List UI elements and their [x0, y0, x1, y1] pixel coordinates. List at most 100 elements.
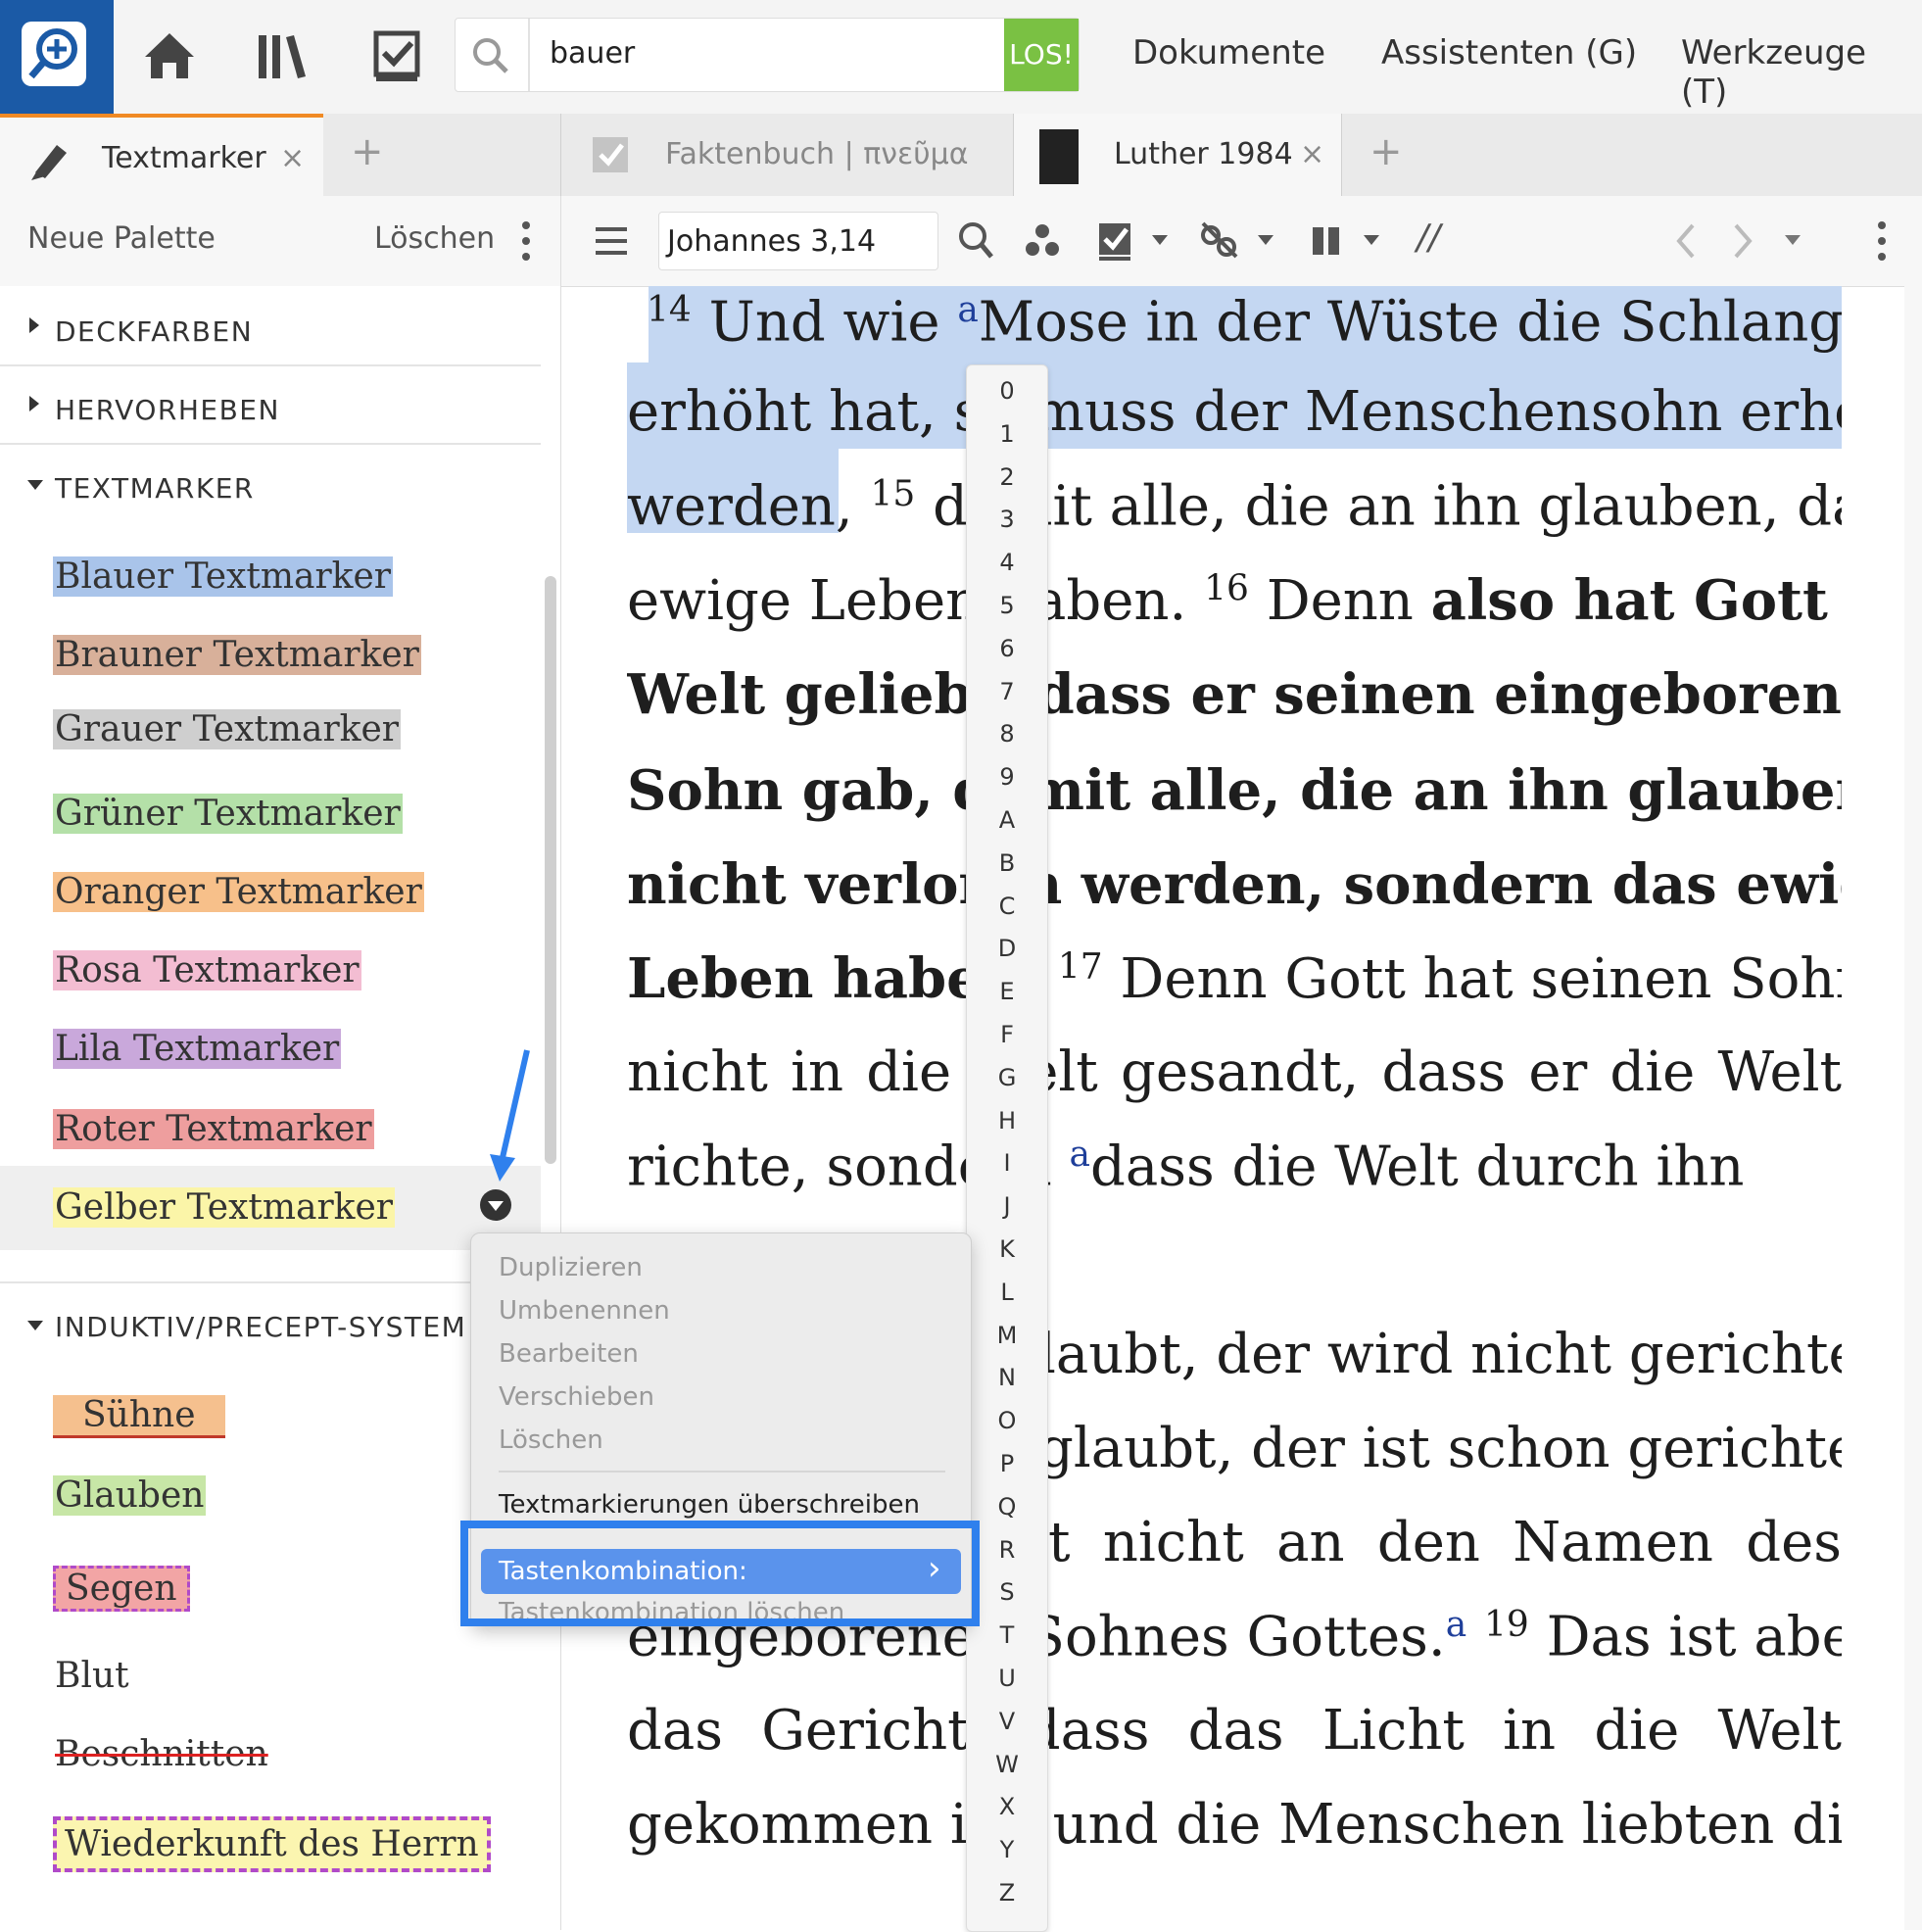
forward-arrow-icon[interactable]	[1728, 219, 1757, 263]
shortcut-key-i[interactable]: I	[967, 1149, 1047, 1177]
shortcut-key-w[interactable]: W	[967, 1751, 1047, 1778]
menu-dokumente[interactable]: Dokumente	[1132, 33, 1325, 72]
shortcut-key-e[interactable]: E	[967, 978, 1047, 1005]
expanded-arrow-icon[interactable]	[25, 1319, 45, 1332]
shortcut-key-p[interactable]: P	[967, 1450, 1047, 1477]
add-tab-button[interactable]: +	[351, 129, 384, 174]
dropdown-caret-icon[interactable]	[1258, 235, 1273, 247]
menu-item-overwrite[interactable]: Textmarkierungen überschreiben	[499, 1490, 920, 1520]
search-go-button[interactable]: LOS!	[1004, 19, 1079, 91]
shortcut-key-submenu[interactable]: 0123456789ABCDEFGHIJKLMNOPQRSTUVWXYZ	[966, 364, 1048, 1932]
shortcut-key-5[interactable]: 5	[967, 592, 1047, 619]
highlighter-oranger[interactable]: Oranger Textmarker	[53, 872, 424, 912]
add-tab-button[interactable]: +	[1369, 129, 1403, 174]
collapsed-arrow-icon[interactable]	[27, 394, 41, 413]
dropdown-caret-icon[interactable]	[1152, 235, 1168, 247]
verse-number-15[interactable]: 15	[871, 474, 916, 514]
history-caret-icon[interactable]	[1785, 235, 1801, 247]
shortcut-key-7[interactable]: 7	[967, 678, 1047, 705]
search-box[interactable]: bauer LOS!	[455, 18, 1080, 92]
shortcut-key-g[interactable]: G	[967, 1064, 1047, 1091]
options-dropdown-icon[interactable]	[478, 1187, 513, 1223]
back-arrow-icon[interactable]	[1671, 219, 1701, 263]
collapsed-arrow-icon[interactable]	[27, 315, 41, 335]
right-scroll-gutter[interactable]	[1904, 286, 1922, 1930]
highlighter-beschnitten[interactable]: Beschnitten	[53, 1734, 270, 1774]
menu-werkzeuge[interactable]: Werkzeuge (T)	[1681, 33, 1922, 112]
highlighter-gruener[interactable]: Grüner Textmarker	[53, 794, 403, 834]
shortcut-key-d[interactable]: D	[967, 935, 1047, 962]
shortcut-key-v[interactable]: V	[967, 1708, 1047, 1735]
highlighter-brauner[interactable]: Brauner Textmarker	[53, 635, 421, 675]
shortcut-key-9[interactable]: 9	[967, 763, 1047, 791]
menu-assistenten[interactable]: Assistenten (G)	[1381, 33, 1637, 72]
visual-filter-icon[interactable]	[1023, 221, 1062, 261]
section-textmarker[interactable]: TEXTMARKER	[55, 472, 255, 505]
checkbox-icon[interactable]	[1095, 219, 1134, 263]
shortcut-key-o[interactable]: O	[967, 1407, 1047, 1434]
new-palette-button[interactable]: Neue Palette	[27, 221, 216, 256]
highlighter-grauer[interactable]: Grauer Textmarker	[53, 709, 401, 749]
footnote-a[interactable]: a	[1070, 1135, 1090, 1175]
shortcut-key-q[interactable]: Q	[967, 1493, 1047, 1521]
reference-input[interactable]: Johannes 3,14	[658, 212, 938, 270]
shortcut-key-6[interactable]: 6	[967, 635, 1047, 662]
close-icon[interactable]: ×	[280, 141, 305, 175]
section-hervorheben[interactable]: HERVORHEBEN	[55, 394, 280, 426]
delete-palette-button[interactable]: Löschen	[374, 221, 495, 256]
shortcut-key-h[interactable]: H	[967, 1107, 1047, 1135]
tab-textmarker[interactable]: Textmarker ×	[0, 114, 323, 196]
shortcut-key-2[interactable]: 2	[967, 463, 1047, 491]
shortcut-key-n[interactable]: N	[967, 1364, 1047, 1391]
shortcut-key-8[interactable]: 8	[967, 720, 1047, 748]
footnote-a[interactable]: a	[957, 290, 978, 330]
parallel-resources-button[interactable]: //	[1417, 217, 1440, 258]
interlinear-icon[interactable]	[1197, 217, 1240, 265]
shortcut-key-z[interactable]: Z	[967, 1879, 1047, 1907]
tab-faktenbuch[interactable]: Faktenbuch | πνεῦμα	[560, 114, 1012, 196]
close-icon[interactable]: ×	[1300, 137, 1324, 171]
highlighter-lila[interactable]: Lila Textmarker	[53, 1029, 342, 1069]
highlighter-suehne[interactable]: Sühne	[53, 1395, 225, 1438]
scrollbar[interactable]	[545, 576, 556, 1164]
highlighter-glauben[interactable]: Glauben	[53, 1475, 207, 1516]
highlighter-gelber[interactable]: Gelber Textmarker	[53, 1187, 396, 1228]
verse-number-14[interactable]: 14	[647, 290, 692, 330]
logos-bible-search-icon[interactable]	[0, 0, 114, 114]
shortcut-key-u[interactable]: U	[967, 1665, 1047, 1692]
more-vertical-icon[interactable]	[519, 219, 533, 263]
section-induktiv[interactable]: INDUKTIV/PRECEPT-SYSTEM	[55, 1311, 466, 1343]
home-icon[interactable]	[137, 24, 202, 88]
shortcut-key-j[interactable]: J	[967, 1192, 1047, 1220]
shortcut-key-0[interactable]: 0	[967, 377, 1047, 405]
verse-number-17[interactable]: 17	[1058, 946, 1103, 987]
shortcut-key-1[interactable]: 1	[967, 420, 1047, 448]
shortcut-key-k[interactable]: K	[967, 1235, 1047, 1263]
shortcut-key-b[interactable]: B	[967, 849, 1047, 877]
shortcut-key-3[interactable]: 3	[967, 506, 1047, 533]
bible-text-panel[interactable]: 14 Und wie aMose in der Wüste die Schlan…	[627, 286, 1842, 1930]
verse-number-19[interactable]: 19	[1484, 1605, 1529, 1645]
verse-number-16[interactable]: 16	[1204, 568, 1249, 608]
highlighter-wiederkunft[interactable]: Wiederkunft des Herrn	[53, 1816, 491, 1872]
highlighter-blut[interactable]: Blut	[53, 1656, 131, 1696]
shortcut-key-x[interactable]: X	[967, 1793, 1047, 1820]
highlighter-blauer[interactable]: Blauer Textmarker	[53, 556, 394, 597]
shortcut-key-l[interactable]: L	[967, 1279, 1047, 1306]
footnote-a[interactable]: a	[1446, 1605, 1466, 1645]
hamburger-menu-icon[interactable]	[592, 221, 631, 261]
search-input[interactable]: bauer	[550, 36, 635, 71]
checklist-icon[interactable]	[364, 24, 429, 88]
section-deckfarben[interactable]: DECKFARBEN	[55, 315, 253, 348]
shortcut-key-4[interactable]: 4	[967, 549, 1047, 576]
columns-icon[interactable]	[1307, 221, 1346, 261]
shortcut-key-y[interactable]: Y	[967, 1836, 1047, 1863]
tab-luther-1984[interactable]: Luther 1984 ×	[1013, 114, 1342, 196]
shortcut-key-a[interactable]: A	[967, 806, 1047, 834]
highlighter-segen[interactable]: Segen	[53, 1566, 190, 1612]
shortcut-key-f[interactable]: F	[967, 1021, 1047, 1048]
more-vertical-icon[interactable]	[1875, 219, 1889, 263]
shortcut-key-m[interactable]: M	[967, 1322, 1047, 1349]
highlighter-rosa[interactable]: Rosa Textmarker	[53, 950, 361, 990]
search-icon[interactable]	[956, 219, 995, 263]
